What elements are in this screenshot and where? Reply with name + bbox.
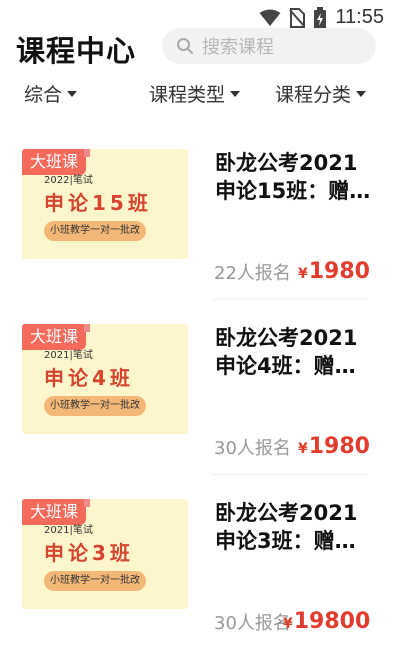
course-title[interactable]: 卧龙公考2021 申论3班：赠… — [215, 499, 375, 555]
course-thumbnail[interactable]: 大班课 2022|笔试 申论15班 小班教学一对一批改 — [22, 149, 188, 259]
course-title-line2: 申论3班：赠… — [215, 529, 356, 553]
thumb-subtitle: 2021|笔试 — [44, 525, 93, 536]
course-price: ¥ 19800 — [283, 609, 370, 634]
caret-down-icon — [230, 90, 241, 97]
price-amount: 19800 — [293, 609, 371, 634]
thumb-subtitle: 2022|笔试 — [44, 175, 93, 186]
caret-down-icon — [67, 90, 78, 97]
course-title-line2: 申论15班：赠… — [215, 179, 371, 203]
course-item[interactable]: 大班课 2021|笔试 申论4班 小班教学一对一批改 卧龙公考2021 申论4班… — [0, 300, 396, 475]
thumb-course-name: 申论3班 — [44, 541, 134, 565]
course-title[interactable]: 卧龙公考2021 申论15班：赠… — [215, 149, 375, 205]
enroll-count: 30人报名 — [214, 613, 291, 634]
search-input[interactable]: 搜索课程 — [162, 28, 376, 64]
filter-label: 课程类型 — [149, 84, 226, 106]
filter-bar: 综合 课程类型 课程分类 — [0, 80, 396, 110]
caret-down-icon — [356, 90, 367, 97]
currency-symbol: ¥ — [283, 616, 293, 632]
thumb-course-name: 申论15班 — [44, 191, 152, 215]
course-item[interactable]: 大班课 2022|笔试 申论15班 小班教学一对一批改 卧龙公考2021 申论1… — [0, 125, 396, 300]
course-title[interactable]: 卧龙公考2021 申论4班：赠… — [215, 324, 375, 380]
page-title: 课程中心 — [16, 34, 137, 68]
thumb-pill: 小班教学一对一批改 — [44, 396, 146, 416]
thumb-pill: 小班教学一对一批改 — [44, 571, 146, 591]
price-amount: 1980 — [308, 259, 370, 284]
thumb-course-name: 申论4班 — [44, 366, 134, 390]
currency-symbol: ¥ — [298, 266, 308, 282]
filter-course-type[interactable]: 课程类型 — [149, 80, 241, 107]
price-amount: 1980 — [308, 434, 370, 459]
enroll-count: 30人报名 — [214, 438, 291, 459]
course-item[interactable]: 大班课 2021|笔试 申论3班 小班教学一对一批改 卧龙公考2021 申论3班… — [0, 475, 396, 650]
enroll-count: 22人报名 — [214, 263, 291, 284]
thumb-pill: 小班教学一对一批改 — [44, 221, 146, 241]
thumb-subtitle: 2021|笔试 — [44, 350, 93, 361]
filter-course-category[interactable]: 课程分类 — [275, 80, 367, 107]
course-title-line1: 卧龙公考2021 — [215, 501, 358, 525]
filter-label: 课程分类 — [275, 84, 352, 106]
course-thumbnail[interactable]: 大班课 2021|笔试 申论3班 小班教学一对一批改 — [22, 499, 188, 609]
course-title-line1: 卧龙公考2021 — [215, 151, 358, 175]
filter-comprehensive[interactable]: 综合 — [24, 80, 78, 107]
currency-symbol: ¥ — [298, 441, 308, 457]
course-price: ¥ 1980 — [298, 259, 370, 284]
search-icon — [177, 38, 193, 54]
search-placeholder: 搜索课程 — [202, 37, 274, 58]
course-thumbnail[interactable]: 大班课 2021|笔试 申论4班 小班教学一对一批改 — [22, 324, 188, 434]
course-title-line1: 卧龙公考2021 — [215, 326, 358, 350]
header: 课程中心 搜索课程 — [0, 24, 396, 72]
course-price: ¥ 1980 — [298, 434, 370, 459]
course-title-line2: 申论4班：赠… — [215, 354, 356, 378]
filter-label: 综合 — [24, 84, 63, 106]
